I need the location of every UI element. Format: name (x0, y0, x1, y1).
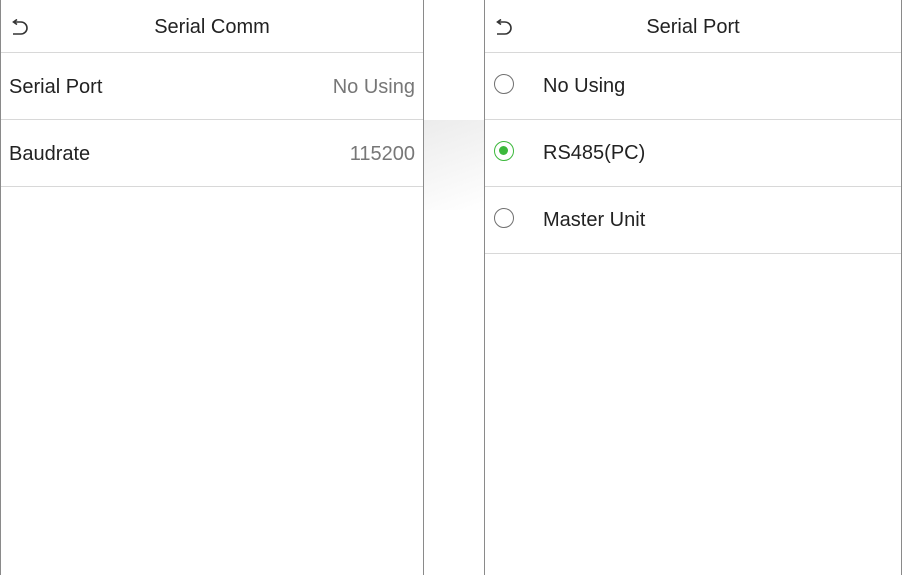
page-title: Serial Port (646, 16, 740, 38)
baudrate-label: Baudrate (9, 143, 91, 165)
page-title: Serial Comm (154, 16, 270, 38)
serial-comm-screen: Serial Comm Serial Port No Using Baudrat… (0, 0, 424, 575)
option-label: Master Unit (543, 209, 646, 231)
radio-button-checked[interactable] (494, 141, 514, 161)
baudrate-value: 115200 (349, 143, 415, 165)
serial-comm-header: Serial Comm (1, 0, 423, 53)
serial-port-row[interactable]: Serial Port No Using (1, 53, 423, 120)
option-label: No Using (543, 75, 626, 97)
option-master-unit[interactable]: Master Unit (485, 187, 901, 254)
watermark-shape-left (424, 120, 484, 210)
serial-port-screen: Serial Port No Using RS485(PC) Master Un… (484, 0, 902, 575)
baudrate-row[interactable]: Baudrate 115200 (1, 120, 423, 187)
serial-port-label: Serial Port (9, 76, 103, 98)
option-no-using[interactable]: No Using (485, 53, 901, 120)
serial-port-value: No Using (332, 76, 415, 98)
radio-button-unchecked[interactable] (494, 208, 514, 228)
serial-port-header: Serial Port (485, 0, 901, 53)
option-rs485-pc[interactable]: RS485(PC) (485, 120, 901, 187)
option-label: RS485(PC) (543, 142, 646, 164)
radio-button-unchecked[interactable] (494, 74, 514, 94)
